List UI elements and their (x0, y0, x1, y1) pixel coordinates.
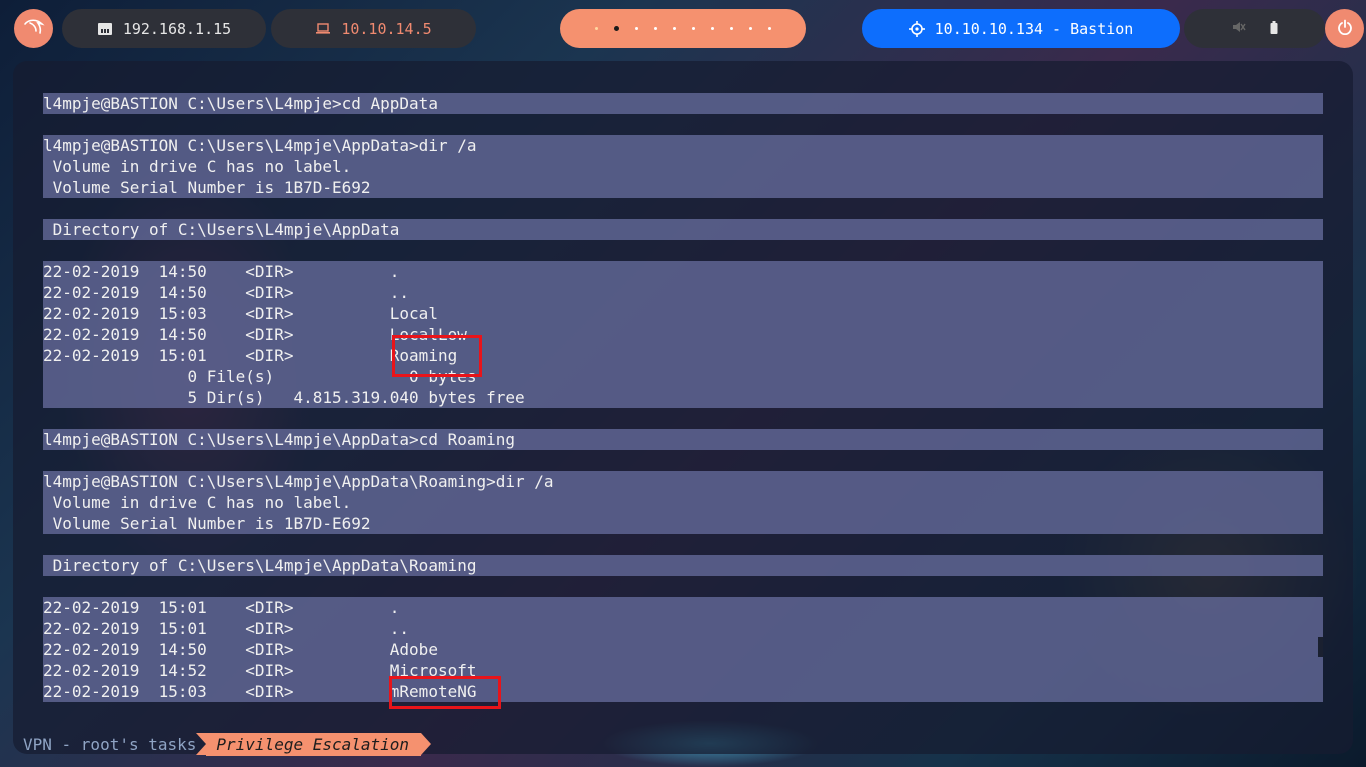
terminal-line: l4mpje@BASTION C:\Users\L4mpje\AppData>c… (43, 429, 1323, 450)
terminal-line: l4mpje@BASTION C:\Users\L4mpje\AppData\R… (43, 471, 1323, 492)
terminal-line: 0 File(s) 0 bytes (43, 366, 1323, 387)
terminal-line: 22-02-2019 14:50 <DIR> LocalLow (43, 324, 1323, 345)
vpn-ip-pill[interactable]: 10.10.14.5 (271, 9, 476, 48)
power-button[interactable] (1325, 9, 1364, 48)
terminal-line: 22-02-2019 15:03 <DIR> Local (43, 303, 1323, 324)
session-name[interactable]: VPN - root's tasks (13, 733, 196, 756)
terminal-line: Volume Serial Number is 1B7D-E692 (43, 513, 1323, 534)
power-icon (1337, 19, 1353, 39)
workspace-dot[interactable] (635, 27, 638, 30)
workspace-dot[interactable] (730, 27, 733, 30)
kali-dragon-icon (23, 18, 45, 40)
terminal-line: l4mpje@BASTION C:\Users\L4mpje>cd AppDat… (43, 93, 1323, 114)
highlight-mremoteng-box (389, 676, 501, 709)
workspace-dot[interactable] (692, 27, 695, 30)
laptop-icon (315, 22, 331, 35)
tmux-status-bar: VPN - root's tasks Privilege Escalation (13, 733, 431, 756)
crosshair-icon (908, 20, 925, 37)
terminal-line: Volume in drive C has no label. (43, 492, 1323, 513)
battery-icon[interactable] (1270, 20, 1278, 38)
terminal-line: Directory of C:\Users\L4mpje\AppData\Roa… (43, 555, 1323, 576)
ethernet-icon (97, 22, 113, 36)
workspace-dot-active[interactable] (614, 26, 619, 31)
terminal-line: 22-02-2019 14:50 <DIR> .. (43, 282, 1323, 303)
workspace-dot[interactable] (711, 27, 714, 30)
highlight-roaming-box (392, 335, 482, 377)
workspace-dot[interactable] (673, 27, 676, 30)
terminal-scroll-indicator[interactable] (1318, 637, 1323, 657)
terminal-line: 5 Dir(s) 4.815.319.040 bytes free (43, 387, 1323, 408)
workspace-dots (595, 26, 771, 31)
terminal-line: l4mpje@BASTION C:\Users\L4mpje\AppData>d… (43, 135, 1323, 156)
terminal-line: Directory of C:\Users\L4mpje\AppData (43, 219, 1323, 240)
host-ip-pill[interactable]: 192.168.1.15 (62, 9, 266, 48)
terminal-line: 22-02-2019 15:01 <DIR> Roaming (43, 345, 1323, 366)
target-label: 10.10.10.134 - Bastion (934, 19, 1134, 38)
host-ip-label: 192.168.1.15 (122, 19, 232, 38)
workspaces-pill[interactable] (560, 9, 806, 48)
target-pill[interactable]: 10.10.10.134 - Bastion (862, 9, 1180, 48)
vpn-ip-label: 10.10.14.5 (341, 19, 432, 38)
window-name[interactable]: Privilege Escalation (196, 733, 431, 756)
terminal-line: Volume in drive C has no label. (43, 156, 1323, 177)
workspace-dot[interactable] (654, 27, 657, 30)
system-tray-pill (1184, 9, 1325, 48)
terminal-line: 22-02-2019 14:50 <DIR> Adobe (43, 639, 1323, 660)
terminal-line: 22-02-2019 14:52 <DIR> Microsoft (43, 660, 1323, 681)
kali-menu-button[interactable] (14, 9, 53, 48)
terminal-line: 22-02-2019 15:01 <DIR> .. (43, 618, 1323, 639)
terminal-line: 22-02-2019 15:03 <DIR> mRemoteNG (43, 681, 1323, 702)
workspace-dot[interactable] (749, 27, 752, 30)
terminal-line: 22-02-2019 15:01 <DIR> . (43, 597, 1323, 618)
terminal-output: l4mpje@BASTION C:\Users\L4mpje>cd AppDat… (43, 93, 1323, 702)
workspace-dot[interactable] (595, 27, 598, 30)
workspace-dot[interactable] (768, 27, 771, 30)
terminal-line: 22-02-2019 14:50 <DIR> . (43, 261, 1323, 282)
mute-icon[interactable] (1232, 20, 1246, 38)
terminal-line: Volume Serial Number is 1B7D-E692 (43, 177, 1323, 198)
